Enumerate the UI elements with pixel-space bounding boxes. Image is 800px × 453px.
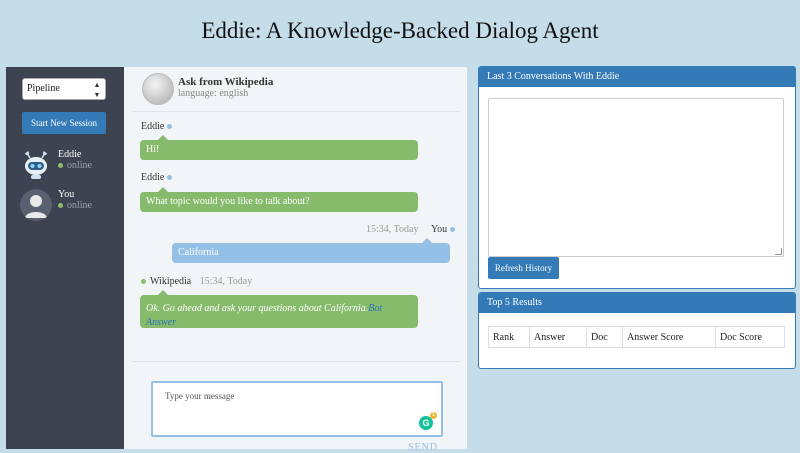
status-dot-icon bbox=[167, 175, 173, 181]
user-avatar-icon bbox=[20, 189, 52, 221]
contact-eddie[interactable]: Eddie online bbox=[20, 149, 120, 183]
status-dot-icon bbox=[141, 279, 146, 285]
chat-header: Ask from Wikipedia language: english bbox=[142, 73, 442, 113]
column-header-answer-score: Answer Score bbox=[622, 326, 716, 348]
notification-badge-icon: 1 bbox=[430, 412, 437, 419]
message-time: 15:34, Today bbox=[199, 276, 253, 287]
column-header-answer: Answer bbox=[529, 326, 587, 348]
message-sender: Eddie bbox=[141, 172, 173, 183]
select-arrows-icon: ▲ ▼ bbox=[93, 81, 101, 99]
status-dot-icon bbox=[450, 227, 456, 233]
mode-select-value: Pipeline bbox=[27, 83, 60, 94]
history-panel-title: Last 3 Conversations With Eddie bbox=[479, 67, 795, 87]
message-sender: 15:34, Today You bbox=[360, 224, 456, 235]
sidebar: Pipeline ▲ ▼ Start New Session Eddie onli… bbox=[6, 67, 124, 449]
robot-avatar-icon bbox=[20, 149, 52, 181]
online-dot-icon bbox=[58, 203, 63, 209]
chat-header-title: Ask from Wikipedia bbox=[178, 76, 274, 88]
message-time: 15:34, Today bbox=[366, 224, 419, 235]
column-header-rank: Rank bbox=[488, 326, 530, 348]
message-bubble: What topic would you like to talk about? bbox=[140, 187, 418, 212]
start-new-session-button[interactable]: Start New Session bbox=[22, 112, 106, 134]
column-header-doc-score: Doc Score bbox=[715, 326, 785, 348]
mode-select[interactable]: Pipeline ▲ ▼ bbox=[22, 78, 106, 100]
contact-status: online bbox=[58, 160, 92, 171]
status-dot-icon bbox=[167, 124, 173, 130]
history-panel: Last 3 Conversations With Eddie Refresh … bbox=[478, 66, 796, 289]
chat-header-subtitle: language: english bbox=[178, 88, 249, 99]
message-input[interactable]: Type your message G1 bbox=[151, 381, 443, 437]
contact-status: online bbox=[58, 200, 92, 211]
results-table: Rank Answer Doc Answer Score Doc Score bbox=[488, 326, 785, 348]
resize-grip-icon[interactable] bbox=[775, 248, 782, 255]
message-sender: Wikipedia 15:34, Today bbox=[141, 276, 252, 287]
divider bbox=[132, 111, 460, 112]
results-panel-title: Top 5 Results bbox=[479, 293, 795, 313]
contact-name: Eddie bbox=[58, 149, 82, 160]
message-bubble: Hi! bbox=[140, 135, 418, 160]
page-title: Eddie: A Knowledge-Backed Dialog Agent bbox=[201, 18, 599, 43]
message-bubble: California bbox=[172, 238, 450, 263]
chat-panel: Ask from Wikipedia language: english Edd… bbox=[124, 67, 467, 453]
contact-name: You bbox=[58, 189, 75, 200]
message-input-placeholder: Type your message bbox=[165, 391, 235, 401]
grammarly-icon[interactable]: G1 bbox=[419, 412, 437, 430]
divider bbox=[132, 361, 460, 362]
message-sender: Eddie bbox=[141, 121, 173, 132]
wikipedia-globe-icon bbox=[142, 73, 174, 105]
message-text: Ok. Go ahead and ask your questions abou… bbox=[146, 303, 369, 314]
refresh-history-button[interactable]: Refresh History bbox=[488, 257, 559, 279]
online-dot-icon bbox=[58, 163, 63, 169]
contact-you[interactable]: You online bbox=[20, 189, 120, 223]
table-header-row: Rank Answer Doc Answer Score Doc Score bbox=[488, 326, 785, 348]
message-bubble: Ok. Go ahead and ask your questions abou… bbox=[140, 290, 418, 328]
history-textarea[interactable] bbox=[488, 98, 784, 257]
column-header-doc: Doc bbox=[586, 326, 623, 348]
send-button[interactable]: SEND bbox=[408, 442, 438, 453]
results-panel: Top 5 Results Rank Answer Doc Answer Sco… bbox=[478, 292, 796, 369]
